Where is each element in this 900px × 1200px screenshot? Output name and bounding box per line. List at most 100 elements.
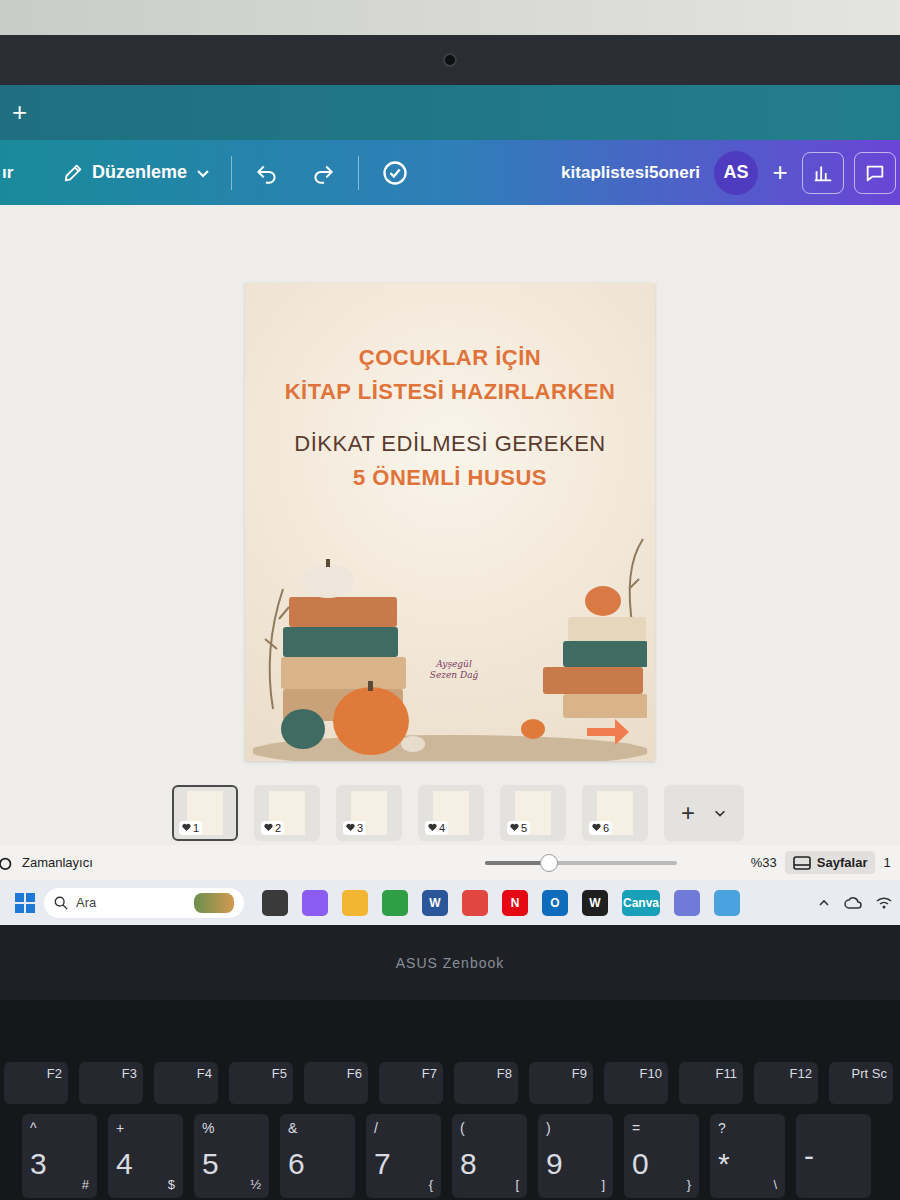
divider xyxy=(358,156,359,190)
keyboard: F2 F3 F4 F5 F6 F7 F8 F9 F10 F11 F12 Prt Sc ^3#+4$%5½… xyxy=(0,1000,900,1200)
taskbar-app-icon[interactable] xyxy=(462,890,488,916)
number-key[interactable]: %5½ xyxy=(194,1114,269,1198)
function-key[interactable]: F4 xyxy=(154,1062,218,1104)
page-number-badge: 4 xyxy=(425,821,448,835)
taskbar: Ara W N O W Canva xyxy=(0,880,900,925)
taskbar-app-icon[interactable]: W xyxy=(422,890,448,916)
user-avatar[interactable]: AS xyxy=(714,151,758,195)
timer-button[interactable]: Zamanlayıcı xyxy=(22,855,93,870)
taskbar-app-icon[interactable] xyxy=(714,890,740,916)
key-main-label: 5 xyxy=(202,1147,232,1192)
taskbar-app-icon[interactable]: O xyxy=(542,890,568,916)
page-thumbnail[interactable]: 5 xyxy=(500,785,566,841)
function-key[interactable]: F9 xyxy=(529,1062,593,1104)
function-key[interactable]: F12 xyxy=(754,1062,818,1104)
page-thumbnail[interactable]: 3 xyxy=(336,785,402,841)
taskbar-app-icon[interactable]: W xyxy=(582,890,608,916)
function-key[interactable]: F3 xyxy=(79,1062,143,1104)
cloud-icon[interactable] xyxy=(844,896,862,910)
number-key[interactable]: ?*\ xyxy=(710,1114,785,1198)
page-number: 1 xyxy=(193,822,199,834)
taskbar-app-icon[interactable]: Canva xyxy=(622,890,660,916)
key-alt-label: { xyxy=(404,1177,434,1192)
number-key[interactable]: =0} xyxy=(624,1114,699,1198)
function-key[interactable]: F8 xyxy=(454,1062,518,1104)
key-main-label: 8 xyxy=(460,1147,490,1192)
pencil-icon xyxy=(62,162,84,184)
number-key[interactable]: +4$ xyxy=(108,1114,183,1198)
share-add-button[interactable]: + xyxy=(768,157,792,188)
function-key[interactable]: F2 xyxy=(4,1062,68,1104)
zoom-knob[interactable] xyxy=(540,854,558,872)
function-key[interactable]: F6 xyxy=(304,1062,368,1104)
resize-button[interactable]: ır xyxy=(0,163,42,183)
app-glyph: O xyxy=(550,896,559,910)
design-title-line: 5 ÖNEMLİ HUSUS xyxy=(353,465,547,491)
heart-icon xyxy=(510,823,519,832)
search-box[interactable]: Ara xyxy=(44,888,244,918)
taskbar-app-icon[interactable] xyxy=(342,890,368,916)
key-shift-label: ^ xyxy=(30,1120,60,1147)
page-number: 3 xyxy=(357,822,363,834)
function-key[interactable]: F10 xyxy=(604,1062,668,1104)
pages-button[interactable]: Sayfalar xyxy=(785,851,876,874)
taskbar-app-icon[interactable] xyxy=(674,890,700,916)
zoom-slider[interactable] xyxy=(485,861,677,865)
number-key[interactable]: ^3# xyxy=(22,1114,97,1198)
cloud-saved-icon[interactable] xyxy=(381,159,409,187)
chevron-up-icon[interactable] xyxy=(818,897,830,909)
number-key[interactable]: )9] xyxy=(538,1114,613,1198)
key-shift-label: ( xyxy=(460,1120,490,1147)
page-thumbnail[interactable]: 4 xyxy=(418,785,484,841)
heart-icon xyxy=(592,823,601,832)
wifi-icon[interactable] xyxy=(876,896,892,910)
number-key[interactable]: - xyxy=(796,1114,871,1198)
windows-logo-icon[interactable] xyxy=(14,892,36,914)
page-number-badge: 6 xyxy=(589,821,612,835)
key-main-label: - xyxy=(804,1139,834,1192)
heart-icon xyxy=(264,823,273,832)
taskbar-app-icon[interactable]: N xyxy=(502,890,528,916)
page-thumbnail[interactable]: 6 xyxy=(582,785,648,841)
page-thumbnail[interactable]: 1 xyxy=(172,785,238,841)
insights-button[interactable] xyxy=(802,152,844,194)
file-name[interactable]: kitaplistesi5oneri xyxy=(561,163,700,183)
room-background xyxy=(0,0,900,35)
add-page-button[interactable]: + xyxy=(664,785,744,841)
design-title: ÇOCUKLAR İÇİNKİTAP LİSTESİ HAZIRLARKENDİ… xyxy=(245,283,655,491)
function-key[interactable]: F5 xyxy=(229,1062,293,1104)
design-page[interactable]: ÇOCUKLAR İÇİNKİTAP LİSTESİ HAZIRLARKENDİ… xyxy=(245,283,655,761)
search-placeholder: Ara xyxy=(76,895,96,910)
page-number-badge: 2 xyxy=(261,821,284,835)
comments-button[interactable] xyxy=(854,152,896,194)
key-shift-label: % xyxy=(202,1120,232,1147)
undo-icon[interactable] xyxy=(254,160,280,186)
design-title-line: DİKKAT EDİLMESİ GEREKEN xyxy=(294,431,605,457)
pages-label: Sayfalar xyxy=(817,855,868,870)
key-label: F3 xyxy=(122,1066,137,1081)
function-key[interactable]: F11 xyxy=(679,1062,743,1104)
key-label: F9 xyxy=(572,1066,587,1081)
key-shift-label: & xyxy=(288,1120,318,1147)
redo-icon[interactable] xyxy=(310,160,336,186)
function-key[interactable]: F7 xyxy=(379,1062,443,1104)
taskbar-app-icon[interactable] xyxy=(382,890,408,916)
zoom-reading: %33 xyxy=(751,855,777,870)
laptop-brand: ASUS Zenbook xyxy=(396,955,505,971)
key-alt-label: ½ xyxy=(232,1177,262,1192)
new-tab-button[interactable]: + xyxy=(12,97,27,128)
taskbar-app-icon[interactable] xyxy=(262,890,288,916)
timer-icon xyxy=(0,856,14,870)
page-thumbnail[interactable]: 2 xyxy=(254,785,320,841)
key-label: F10 xyxy=(640,1066,662,1081)
number-key[interactable]: (8[ xyxy=(452,1114,527,1198)
number-key[interactable]: /7{ xyxy=(366,1114,441,1198)
function-key[interactable]: Prt Sc xyxy=(829,1062,893,1104)
number-key-row: ^3#+4$%5½&6/7{(8[)9]=0}?*\- xyxy=(0,1114,900,1198)
heart-icon xyxy=(182,823,191,832)
key-label: F2 xyxy=(47,1066,62,1081)
taskbar-app-icon[interactable] xyxy=(302,890,328,916)
edit-menu[interactable]: Düzenleme xyxy=(56,162,217,184)
design-title-line: KİTAP LİSTESİ HAZIRLARKEN xyxy=(285,379,616,405)
number-key[interactable]: &6 xyxy=(280,1114,355,1198)
